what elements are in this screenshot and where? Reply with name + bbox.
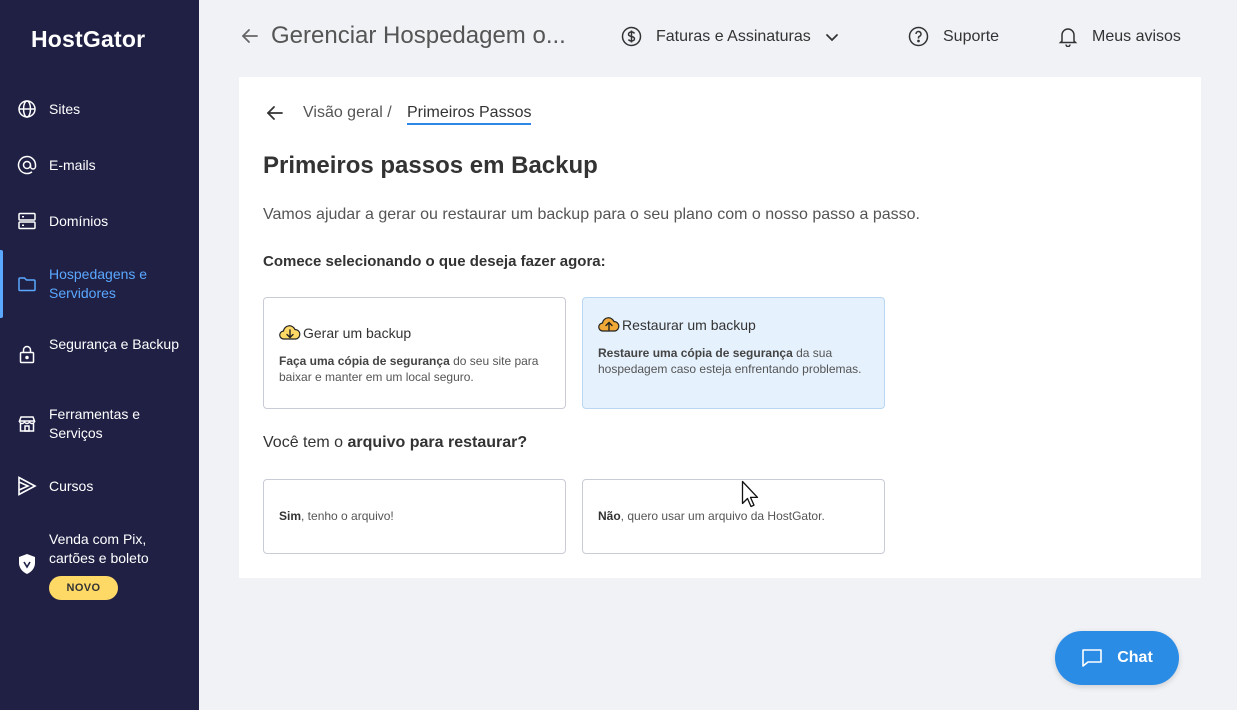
billing-menu[interactable]: Faturas e Assinaturas [621,26,839,47]
server-icon [16,210,38,232]
support-link[interactable]: Suporte [908,26,999,47]
option-title: Gerar um backup [279,324,411,342]
breadcrumb-back-icon[interactable] [265,103,285,128]
sidebar-item-label: Domínios [49,213,109,229]
cloud-download-icon [279,324,301,342]
option-title: Restaurar um backup [598,316,756,334]
sidebar-item-tools[interactable]: Ferramentas e Serviços [0,404,199,444]
play-icon [16,475,38,497]
sidebar: HostGator Sites E-mails Domínios Hospeda… [0,0,199,710]
back-arrow-icon[interactable] [240,26,260,51]
lock-icon [16,343,38,365]
sidebar-item-label: Segurança e Backup [49,336,179,352]
sidebar-item-domains[interactable]: Domínios [0,210,199,232]
chat-button[interactable]: Chat [1055,631,1179,685]
at-icon [16,154,38,176]
cloud-upload-icon [598,316,620,334]
option-description: Restaure uma cópia de segurança da sua h… [598,346,862,376]
intro-text: Vamos ajudar a gerar ou restaurar um bac… [263,206,920,223]
bell-icon [1058,26,1078,47]
dollar-icon [621,26,642,47]
page-heading: Primeiros passos em Backup [263,152,598,179]
breadcrumb-current[interactable]: Primeiros Passos [407,104,532,125]
breadcrumb-overview[interactable]: Visão geral / [303,104,392,122]
selection-prompt: Comece selecionando o que deseja fazer a… [263,253,606,270]
hostgator-logo[interactable]: HostGator [31,26,145,53]
sidebar-item-label: E-mails [49,157,96,173]
file-question: Você tem o arquivo para restaurar? [263,434,528,451]
sidebar-item-emails[interactable]: E-mails [0,154,199,176]
mouse-cursor-icon [741,480,761,515]
chat-label: Chat [1117,649,1153,666]
no-file-option[interactable]: Não, quero usar um arquivo da HostGator. [582,479,885,554]
support-label: Suporte [943,27,1000,45]
sidebar-item-label: Venda com Pix, cartões e boleto [49,531,149,566]
new-badge: NOVO [49,576,118,600]
sidebar-item-label: Sites [49,101,81,117]
page-title-top: Gerenciar Hospedagem o... [271,22,566,49]
restore-backup-option[interactable]: Restaurar um backup Restaure uma cópia d… [582,297,885,409]
globe-icon [16,98,38,120]
notices-link[interactable]: Meus avisos [1058,26,1181,47]
billing-label: Faturas e Assinaturas [656,27,811,45]
option-title-text: Gerar um backup [303,325,412,341]
sidebar-item-hosting[interactable]: Hospedagens e Servidores [0,250,199,318]
sidebar-item-courses[interactable]: Cursos [0,475,199,497]
sidebar-item-label: Hospedagens e Servidores [49,266,148,301]
option-title-text: Restaurar um backup [622,317,756,333]
sidebar-item-security[interactable]: Segurança e Backup [0,334,199,374]
shield-icon [16,553,38,575]
chat-bubble-icon [1081,648,1103,668]
has-file-option[interactable]: Sim, tenho o arquivo! [263,479,566,554]
active-indicator [0,250,3,318]
sidebar-item-sites[interactable]: Sites [0,98,199,120]
option-text: Não, quero usar um arquivo da HostGator. [598,509,825,523]
generate-backup-option[interactable]: Gerar um backup Faça uma cópia de segura… [263,297,566,409]
sidebar-item-label: Ferramentas e Serviços [49,406,141,441]
folder-icon [16,273,38,295]
option-description: Faça uma cópia de segurança do seu site … [279,354,539,384]
help-icon [908,26,929,47]
chevron-down-icon [825,30,839,44]
sidebar-item-label: Cursos [49,478,94,494]
store-icon [16,413,38,435]
notices-label: Meus avisos [1092,27,1181,45]
option-text: Sim, tenho o arquivo! [279,509,394,523]
